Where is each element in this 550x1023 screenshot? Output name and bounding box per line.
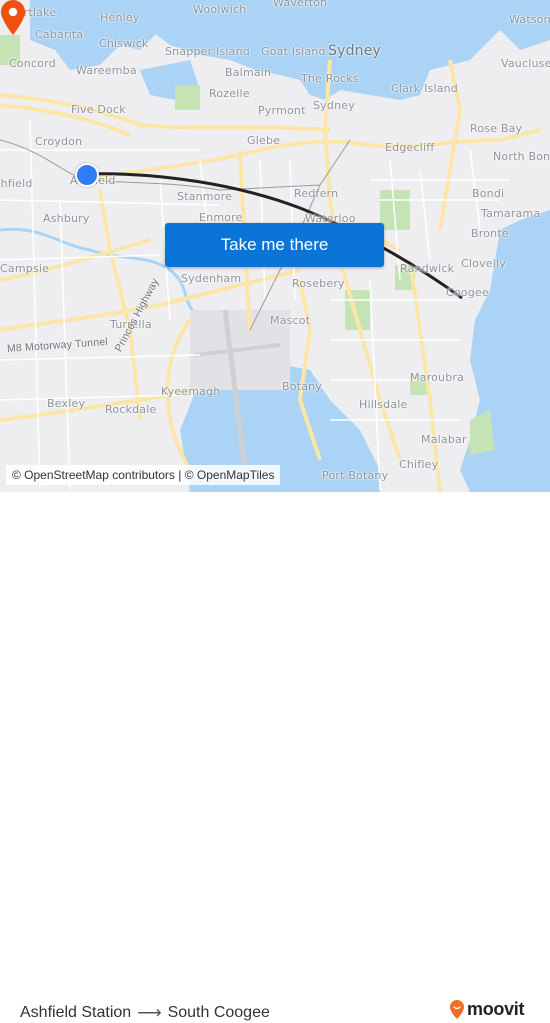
place-label: Concord [9,57,56,70]
place-label: Bondi [472,187,505,200]
place-label: Rose Bay [470,122,523,135]
footer-bar: Ashfield Station ⟶ South Coogee moovit [0,492,550,1022]
place-label: Randwick [400,262,455,275]
moovit-wordmark: moovit [467,999,525,1019]
place-label: Vaucluse [501,57,550,70]
destination-name: South Coogee [167,1004,270,1021]
place-label: Sydney [313,99,355,112]
place-label: Ashbury [43,212,90,225]
place-label: Botany [282,380,323,393]
place-label: Clark Island [391,82,458,95]
place-label: Balmain [225,66,272,79]
place-label: Tamarama [481,207,541,220]
place-label: Goat Island [261,45,326,58]
place-label: Bronte [471,227,509,240]
place-label: Watson [509,13,550,26]
place-label: Croydon [35,135,83,148]
place-label: Sydenham [181,272,242,285]
place-label: Rockdale [105,403,157,416]
place-label: Pyrmont [258,104,306,117]
place-label: Edgecliff [385,141,435,154]
place-label: Maroubra [410,371,465,384]
place-label: Coogee [446,286,489,299]
moovit-pin-icon [450,999,464,1019]
place-label: Glebe [247,134,281,147]
place-label: Hillsdale [359,398,408,411]
place-label: Henley [100,11,140,24]
route-summary: Ashfield Station ⟶ South Coogee [20,1003,270,1023]
place-label: Wareemba [76,64,137,77]
place-label: Waverton [273,0,328,9]
destination-pin-icon[interactable] [0,0,26,36]
place-label: Woolwich [193,3,247,16]
place-label: North Bondi [493,150,550,163]
place-label: Five Dock [71,103,126,116]
place-label: Bexley [47,397,86,410]
place-label: Cabarita [35,28,84,41]
place-label: Snapper Island [165,45,250,58]
place-label: Mascot [270,314,311,327]
place-label: Sydney [328,43,382,59]
moovit-logo[interactable]: moovit [449,999,525,1020]
place-label: Chifley [399,458,439,471]
place-label: Redfern [294,187,339,200]
map-attribution[interactable]: © OpenStreetMap contributors | © OpenMap… [6,465,281,485]
take-me-there-button[interactable]: Take me there [165,223,384,267]
origin-name: Ashfield Station [20,1004,132,1021]
place-label: Ashfield [0,177,33,190]
place-label: Stanmore [177,190,233,203]
place-label: Port Botany [322,469,389,482]
map-canvas[interactable]: Mortlake Henley Woolwich Waverton Watson… [0,0,550,492]
place-label: Rosebery [292,277,345,290]
place-label: Chiswick [99,37,149,50]
place-label: Kyeemagh [161,385,221,398]
park [175,85,200,110]
place-label: Campsie [0,262,50,275]
origin-dot-icon[interactable] [75,163,99,187]
place-label: Clovelly [461,257,506,270]
place-label: Malabar [421,433,467,446]
place-label: The Rocks [301,72,359,85]
arrow-right-icon: ⟶ [137,1003,162,1022]
place-label: Rozelle [209,87,250,100]
